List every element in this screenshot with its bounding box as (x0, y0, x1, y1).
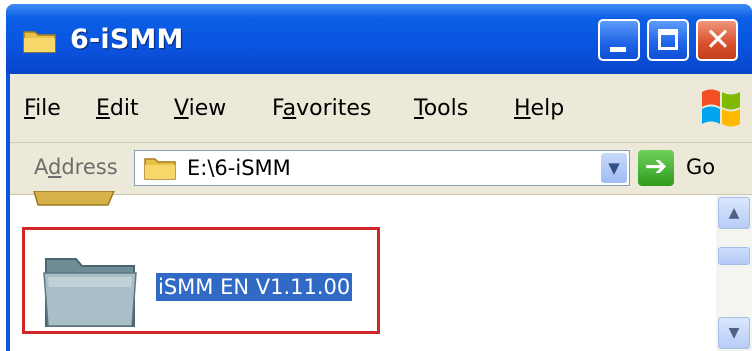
folder-icon (144, 158, 176, 180)
address-dropdown-button[interactable]: ▼ (601, 153, 627, 183)
go-button[interactable]: ➔ (638, 150, 674, 186)
maximize-icon (658, 29, 678, 50)
scroll-down-button[interactable]: ▼ (718, 317, 750, 349)
address-label: Address (34, 155, 118, 179)
menu-favorites[interactable]: Favorites (272, 96, 371, 121)
minimize-button[interactable] (598, 19, 640, 61)
window-title: 6-iSMM (70, 24, 184, 55)
folder-name-selected[interactable]: iSMM EN V1.11.00 (156, 273, 353, 301)
close-icon: ✕ (705, 22, 731, 58)
folder-icon (23, 31, 56, 53)
go-label[interactable]: Go (686, 155, 715, 179)
maximize-button[interactable] (647, 19, 689, 61)
scroll-up-button[interactable]: ▲ (718, 197, 750, 229)
title-bar[interactable]: 6-iSMM ✕ (6, 4, 752, 74)
go-arrow-icon: ➔ (644, 151, 668, 182)
menu-view[interactable]: View (174, 96, 226, 121)
menu-help[interactable]: Help (514, 96, 564, 121)
chevron-down-icon: ▼ (728, 325, 740, 341)
vertical-scrollbar[interactable]: ▲ ▼ (716, 195, 752, 351)
scroll-thumb[interactable] (718, 247, 750, 265)
address-bar: Address E:\6-iSMM ▼ ➔ Go (10, 143, 752, 195)
chevron-up-icon: ▲ (728, 205, 740, 221)
menu-edit[interactable]: Edit (96, 96, 139, 121)
file-list: iSMM EN V1.11.00 ▲ ▼ (10, 191, 752, 351)
address-path[interactable]: E:\6-iSMM (187, 156, 291, 180)
address-input[interactable]: E:\6-iSMM ▼ (134, 150, 630, 186)
minimize-icon (610, 47, 626, 52)
folder-icon[interactable] (42, 247, 138, 331)
chevron-down-icon: ▼ (608, 159, 620, 177)
menu-bar: File Edit View Favorites Tools Help (10, 74, 752, 143)
folder-icon[interactable] (30, 191, 118, 209)
close-button[interactable]: ✕ (696, 19, 738, 61)
menu-tools[interactable]: Tools (414, 96, 468, 121)
windows-logo-icon (702, 89, 740, 127)
explorer-window: 6-iSMM ✕ File Edit View Favorites Tools … (6, 4, 752, 351)
menu-file[interactable]: File (24, 96, 61, 121)
